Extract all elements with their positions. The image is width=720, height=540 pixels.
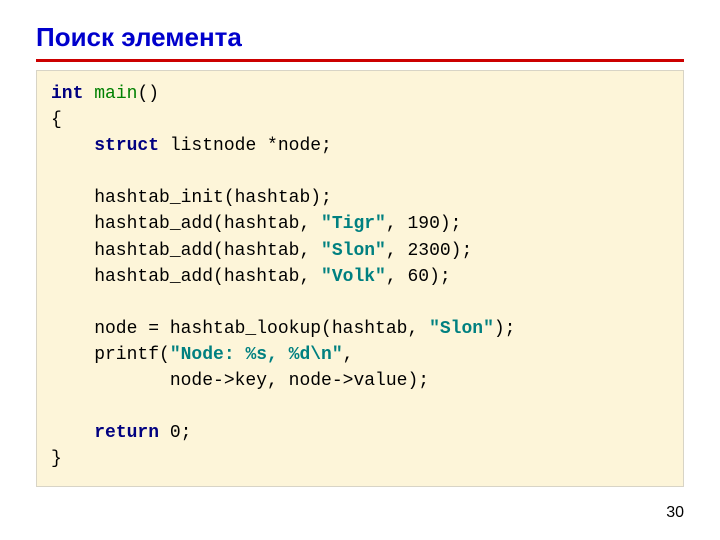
page-number: 30 <box>666 504 684 522</box>
code-line-7: hashtab_add(hashtab, "Slon", 2300); <box>51 241 472 261</box>
title-rule <box>36 59 684 62</box>
code-text: hashtab_add(hashtab, <box>51 241 321 261</box>
function-main: main <box>94 84 137 104</box>
slide-title: Поиск элемента <box>36 22 684 53</box>
code-line-1: int main() <box>51 84 159 104</box>
string-literal: "Node: %s, %d\n" <box>170 345 343 365</box>
code-line-15: } <box>51 449 62 469</box>
code-text: , 60); <box>386 267 451 287</box>
code-line-5: hashtab_init(hashtab); <box>51 188 332 208</box>
code-line-3: struct listnode *node; <box>51 136 332 156</box>
code-line-8: hashtab_add(hashtab, "Volk", 60); <box>51 267 451 287</box>
code-text: hashtab_add(hashtab, <box>51 267 321 287</box>
string-literal: "Volk" <box>321 267 386 287</box>
code-line-10: node = hashtab_lookup(hashtab, "Slon"); <box>51 319 515 339</box>
code-text: , 2300); <box>386 241 472 261</box>
keyword-return: return <box>94 423 159 443</box>
code-line-6: hashtab_add(hashtab, "Tigr", 190); <box>51 214 461 234</box>
code-text: printf( <box>51 345 170 365</box>
keyword-struct: struct <box>94 136 159 156</box>
code-line-12: node->key, node->value); <box>51 371 429 391</box>
code-line-11: printf("Node: %s, %d\n", <box>51 345 353 365</box>
string-literal: "Slon" <box>429 319 494 339</box>
code-text: 0; <box>159 423 191 443</box>
code-line-2: { <box>51 110 62 130</box>
code-text: node = hashtab_lookup(hashtab, <box>51 319 429 339</box>
code-text: () <box>137 84 159 104</box>
slide: Поиск элемента int main() { struct listn… <box>0 0 720 540</box>
string-literal: "Tigr" <box>321 214 386 234</box>
string-literal: "Slon" <box>321 241 386 261</box>
code-block: int main() { struct listnode *node; hash… <box>36 70 684 487</box>
keyword-int: int <box>51 84 83 104</box>
code-line-14: return 0; <box>51 423 191 443</box>
code-indent <box>51 423 94 443</box>
code-text: , 190); <box>386 214 462 234</box>
code-text: , <box>343 345 354 365</box>
code-text: hashtab_add(hashtab, <box>51 214 321 234</box>
code-text: listnode *node; <box>159 136 332 156</box>
code-text: ); <box>494 319 516 339</box>
code-indent <box>51 136 94 156</box>
